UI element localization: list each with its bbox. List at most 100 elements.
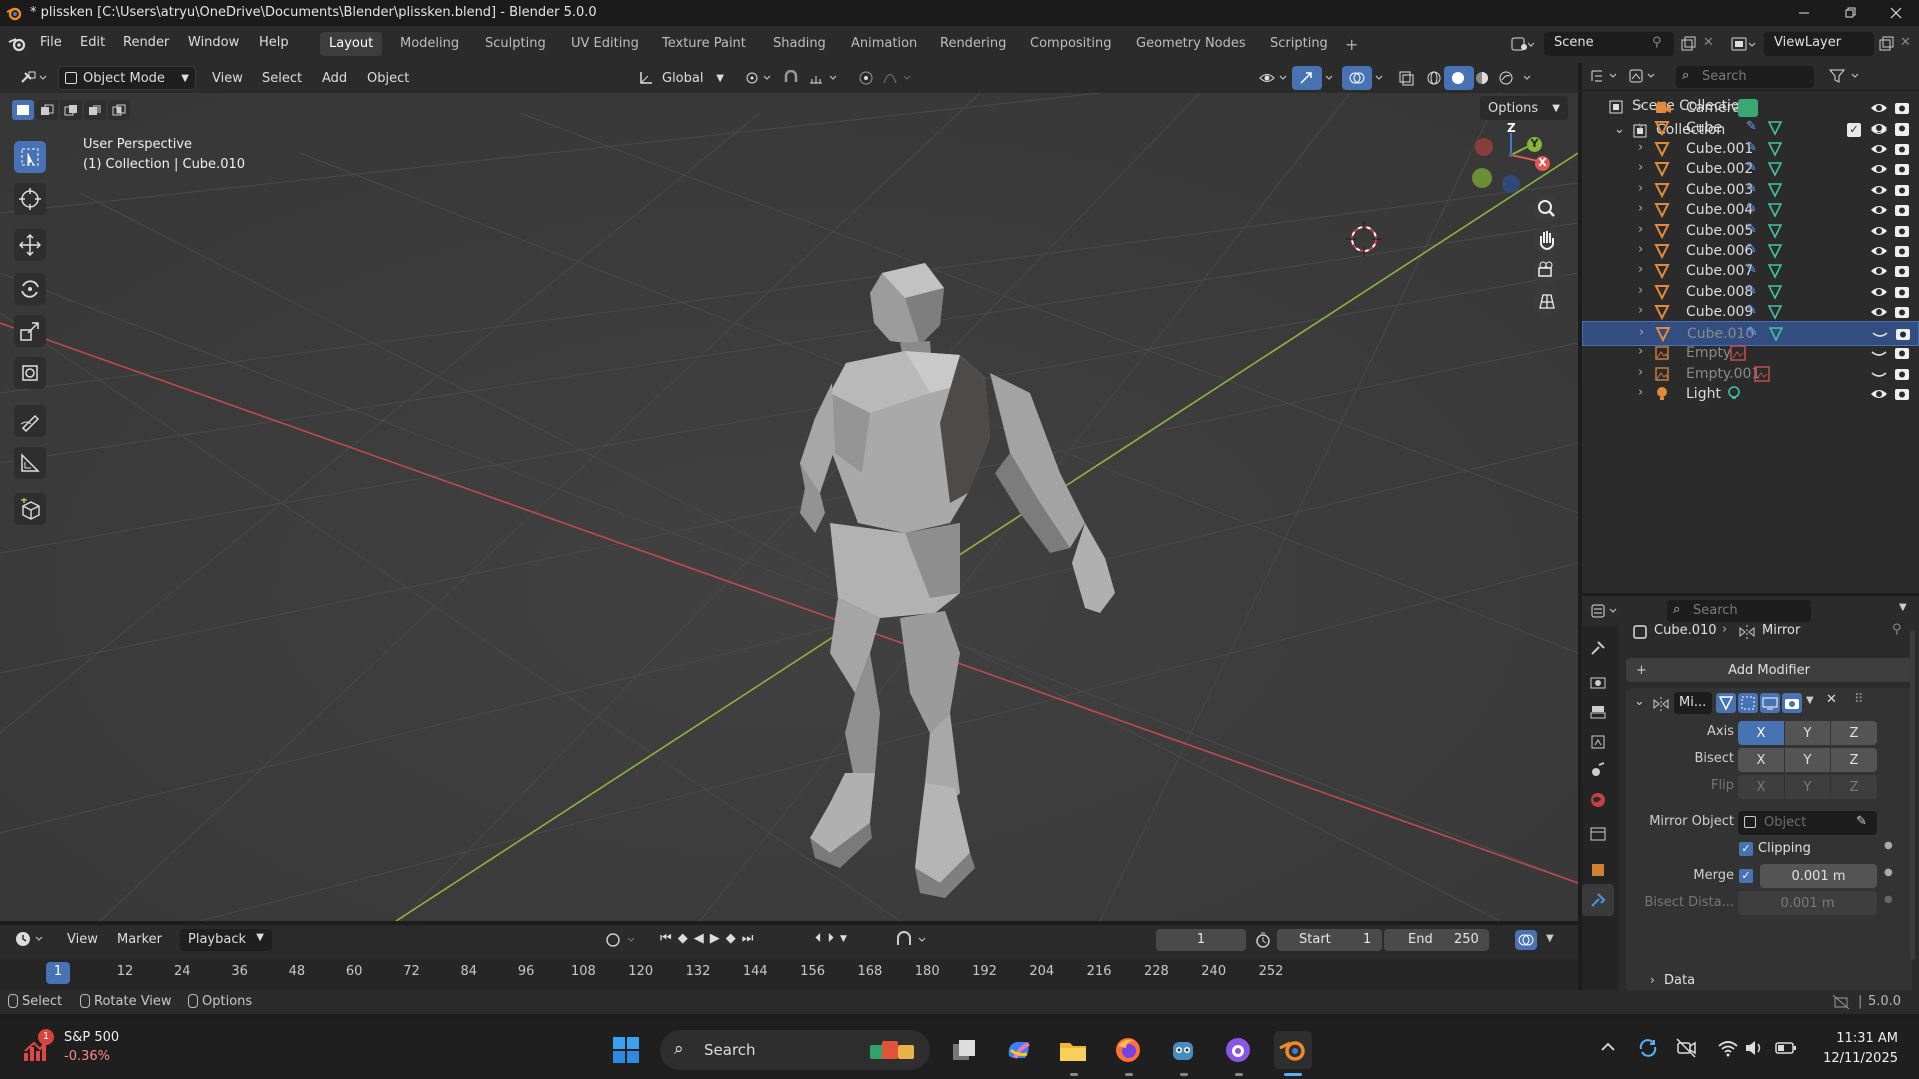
eye-icon[interactable]	[1870, 141, 1888, 157]
pin-icon[interactable]: ⚲	[1892, 622, 1902, 637]
copilot-icon[interactable]	[1000, 1031, 1038, 1069]
merge-checkbox[interactable]: ✓	[1739, 869, 1753, 883]
auto-keying-icon[interactable]	[604, 931, 640, 949]
start-frame-field[interactable]: Start 1	[1277, 929, 1382, 951]
eye-closed-icon[interactable]	[1871, 326, 1889, 342]
mesh-data-icon[interactable]	[1768, 202, 1782, 218]
delete-view-layer-icon[interactable]: ✕	[1900, 35, 1911, 50]
menu-render[interactable]: Render	[123, 35, 169, 50]
tab-geometry-nodes[interactable]: Geometry Nodes	[1127, 32, 1255, 56]
mesh-data-icon[interactable]	[1768, 304, 1782, 320]
snapping-icon[interactable]	[895, 931, 931, 949]
modifier-wrench-icon[interactable]: ✎	[1746, 303, 1757, 318]
viewport-menu-object[interactable]: Object	[361, 66, 415, 90]
flip-y-toggle[interactable]: Y	[1785, 775, 1830, 799]
properties-options-dropdown[interactable]: ▼	[1899, 602, 1907, 613]
tab-shading[interactable]: Shading	[764, 32, 835, 56]
show-hidden-icons-chevron[interactable]	[1600, 1039, 1616, 1055]
modifier-wrench-icon[interactable]: ✎	[1746, 242, 1757, 257]
eye-icon[interactable]	[1870, 223, 1888, 239]
data-panel-chevron-icon[interactable]: ›	[1650, 973, 1655, 987]
tab-scene-icon[interactable]	[1582, 754, 1614, 786]
modifier-name-field[interactable]: Mi...	[1674, 692, 1712, 714]
delete-scene-icon[interactable]: ✕	[1703, 35, 1714, 50]
eye-closed-icon[interactable]	[1870, 366, 1888, 382]
flip-z-toggle[interactable]: Z	[1831, 775, 1877, 799]
outliner-search-input[interactable]: ⌕ Search	[1676, 66, 1814, 88]
mesh-data-icon[interactable]	[1768, 161, 1782, 177]
clipping-checkbox[interactable]: ✓	[1739, 842, 1753, 856]
expand-chevron-icon[interactable]: ›	[1638, 99, 1643, 114]
expand-chevron-icon[interactable]: ›	[1638, 303, 1643, 318]
keyframe-dot-icon[interactable]: ●	[1884, 840, 1893, 851]
modifier-wrench-icon[interactable]: ✎	[1746, 140, 1757, 155]
render-camera-icon[interactable]	[1894, 182, 1910, 198]
render-camera-icon[interactable]	[1894, 243, 1910, 259]
viewport-menu-add[interactable]: Add	[316, 66, 353, 90]
tab-scripting[interactable]: Scripting	[1261, 32, 1337, 56]
timeline-menu-marker[interactable]: Marker	[117, 932, 162, 947]
expand-chevron-icon[interactable]: ›	[1638, 365, 1643, 380]
tab-sculpting[interactable]: Sculpting	[476, 32, 555, 56]
expand-chevron-icon[interactable]: ›	[1638, 222, 1643, 237]
windows-start-icon[interactable]	[607, 1031, 645, 1069]
overlays-dropdown-icon[interactable]	[1368, 66, 1392, 90]
eye-icon[interactable]	[1870, 202, 1888, 218]
mesh-data-icon[interactable]	[1768, 263, 1782, 279]
display-mode-icon[interactable]	[1628, 68, 1658, 84]
tab-rendering[interactable]: Rendering	[931, 32, 1015, 56]
modifier-wrench-icon[interactable]: ✎	[1746, 262, 1757, 277]
scene-field[interactable]: Scene ⚲	[1544, 32, 1674, 56]
axis-y-toggle[interactable]: Y	[1785, 721, 1830, 745]
end-frame-field[interactable]: End 250	[1384, 929, 1489, 951]
expand-chevron-icon[interactable]: ›	[1638, 344, 1643, 359]
pin-icon[interactable]: ⚲	[1652, 35, 1662, 50]
modifier-wrench-icon[interactable]: ✎	[1746, 181, 1757, 196]
mesh-data-icon[interactable]	[1768, 120, 1782, 136]
next-keyframe-icon[interactable]: ◆	[726, 931, 736, 951]
expand-chevron-icon[interactable]: ›	[1638, 160, 1643, 175]
tool-transform-icon[interactable]	[14, 357, 46, 389]
tool-cursor-icon[interactable]	[14, 183, 46, 215]
gizmo-y-label[interactable]: Y	[1527, 137, 1542, 152]
prev-keyframe-icon[interactable]: ◆	[678, 931, 688, 951]
play-reverse-icon[interactable]: ◀	[694, 931, 704, 951]
render-camera-icon[interactable]	[1894, 100, 1910, 116]
tab-uv-editing[interactable]: UV Editing	[562, 32, 648, 56]
timeline-menu-view[interactable]: View	[67, 932, 98, 947]
select-subtract-icon[interactable]	[60, 100, 82, 120]
gizmo-dropdown-icon[interactable]	[1318, 66, 1342, 90]
modifier-wrench-icon[interactable]: ✎	[1746, 160, 1757, 175]
menu-edit[interactable]: Edit	[80, 35, 105, 50]
close-window-button[interactable]	[1873, 0, 1919, 26]
expand-chevron-icon[interactable]: ›	[1638, 119, 1643, 134]
current-frame-field[interactable]: 1	[1156, 929, 1246, 951]
clock-time[interactable]: 11:31 AM	[1818, 1031, 1898, 1046]
eye-icon[interactable]	[1870, 304, 1888, 320]
render-camera-icon[interactable]	[1895, 326, 1911, 342]
mode-dropdown[interactable]: Object Mode ▼	[58, 66, 196, 90]
view-layer-field[interactable]: ViewLayer	[1764, 32, 1874, 56]
firefox-icon[interactable]	[1109, 1031, 1147, 1069]
nav-zoom-icon[interactable]	[1533, 195, 1561, 223]
modifier-extras-dropdown[interactable]: ▼	[1806, 695, 1814, 706]
eye-icon[interactable]	[1870, 182, 1888, 198]
expand-chevron-icon[interactable]: ›	[1639, 325, 1644, 340]
tab-output-icon[interactable]	[1582, 696, 1614, 728]
tab-compositing[interactable]: Compositing	[1021, 32, 1121, 56]
outliner-row[interactable]: › Light	[1582, 382, 1919, 407]
keying-dropdown-icon[interactable]: ▼	[840, 934, 847, 946]
properties-editor-type-icon[interactable]	[1590, 603, 1620, 619]
expand-chevron-icon[interactable]: ›	[1638, 283, 1643, 298]
tool-select-box-icon[interactable]	[14, 141, 46, 173]
render-camera-icon[interactable]	[1894, 202, 1910, 218]
nav-camera-icon[interactable]	[1533, 257, 1561, 285]
shading-dropdown-icon[interactable]	[1516, 66, 1540, 90]
tool-move-icon[interactable]	[14, 229, 46, 261]
render-camera-icon[interactable]	[1894, 223, 1910, 239]
snap-target-icon[interactable]	[802, 66, 848, 90]
tab-collection-icon[interactable]	[1582, 818, 1614, 850]
play-icon[interactable]: ▶	[710, 931, 720, 951]
menu-file[interactable]: File	[40, 35, 62, 50]
tool-measure-icon[interactable]	[14, 447, 46, 479]
